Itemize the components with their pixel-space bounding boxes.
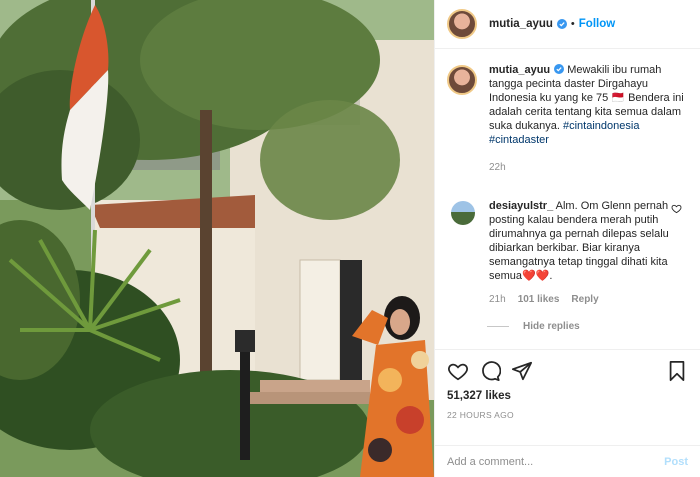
comment-body: desiayulstr_ Alm. Om Glenn pernah postin… (489, 199, 675, 307)
likes-count[interactable]: 51,327 likes (447, 390, 688, 402)
caption: mutia_ayuu Mewakili ibu rumah tangga pec… (447, 63, 684, 175)
author-avatar[interactable] (447, 9, 477, 39)
reply-button[interactable]: Reply (571, 293, 598, 307)
caption-body: mutia_ayuu Mewakili ibu rumah tangga pec… (489, 63, 684, 175)
hide-replies-line (487, 326, 509, 327)
post-timestamp: 22 HOURS AGO (447, 410, 514, 420)
comment-icon[interactable] (479, 360, 501, 382)
comment-item: desiayulstr_ Alm. Om Glenn pernah postin… (447, 199, 684, 307)
verified-icon (556, 19, 567, 29)
comment-text: Alm. Om Glenn pernah posting kalau bende… (489, 200, 669, 282)
follow-button[interactable]: Follow (579, 18, 615, 30)
hashtag-link[interactable]: #cintaindonesia (563, 120, 639, 132)
action-icons (447, 356, 688, 386)
commenter-avatar[interactable] (451, 201, 475, 225)
share-icon[interactable] (511, 360, 533, 382)
bookmark-icon[interactable] (666, 360, 688, 382)
post-actions: 51,327 likes 22 HOURS AGO (435, 349, 700, 445)
comments-area[interactable]: mutia_ayuu Mewakili ibu rumah tangga pec… (435, 49, 700, 349)
comment-likes[interactable]: 101 likes (518, 293, 560, 307)
post-header: mutia_ayuu • Follow (435, 0, 700, 49)
caption-username[interactable]: mutia_ayuu (489, 64, 550, 76)
author-username[interactable]: mutia_ayuu (489, 18, 553, 30)
instagram-post-view: mutia_ayuu • Follow mutia_ayuu Mewakili … (0, 0, 700, 477)
add-comment-bar: Post (435, 445, 700, 477)
post-comment-button[interactable]: Post (664, 456, 688, 468)
verified-icon (554, 64, 565, 74)
hide-replies-label: Hide replies (523, 321, 580, 332)
hashtag-link[interactable]: #cintadaster (489, 134, 549, 146)
post-side-panel: mutia_ayuu • Follow mutia_ayuu Mewakili … (434, 0, 700, 477)
comment-meta: 21h 101 likes Reply (489, 293, 675, 307)
caption-avatar[interactable] (447, 65, 477, 95)
heart-icon[interactable] (671, 203, 682, 214)
commenter-username[interactable]: desiayulstr_ (489, 200, 553, 212)
header-separator: • (570, 18, 575, 30)
comment-input[interactable] (447, 455, 665, 468)
photo-scene (0, 0, 434, 477)
comment-age: 21h (489, 294, 506, 305)
caption-age: 22h (489, 162, 506, 173)
heart-icon[interactable] (447, 360, 469, 382)
hide-replies-button[interactable]: Hide replies (487, 321, 684, 332)
post-photo[interactable] (0, 0, 434, 477)
